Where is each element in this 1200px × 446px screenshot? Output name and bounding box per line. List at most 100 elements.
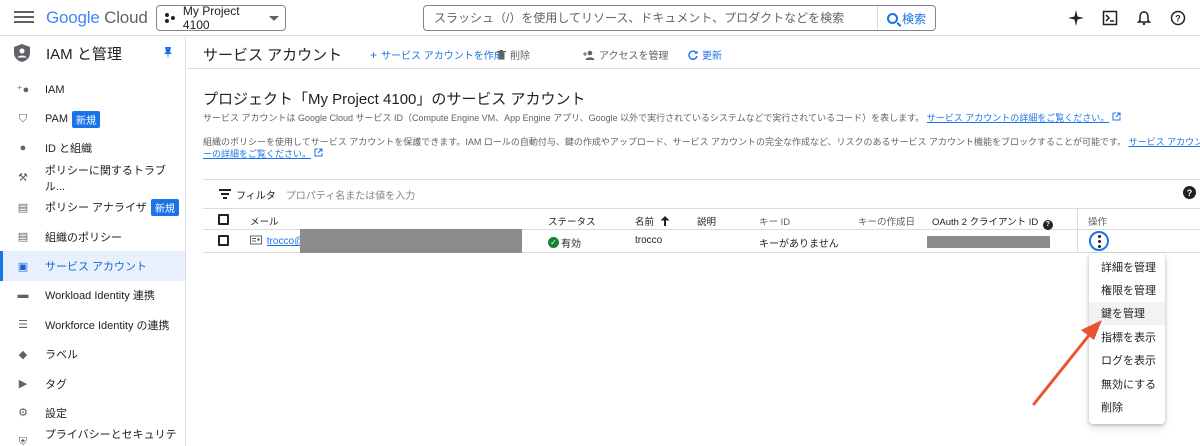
row-email[interactable]: trocco@ [250, 235, 304, 247]
sidebar-item-label: ポリシー アナライザ [45, 202, 147, 215]
manage-access-button[interactable]: アクセスを管理 [583, 47, 669, 62]
sidebar-item-6[interactable]: ▣ サービス アカウント [0, 251, 185, 282]
sparkle-icon[interactable] [1064, 6, 1088, 30]
filter-input[interactable]: プロパティ名または値を入力 [286, 187, 415, 202]
header-name[interactable]: 名前 [635, 214, 670, 228]
create-service-account-button[interactable]: + サービス アカウントを作成 [370, 47, 504, 63]
menu-item-1[interactable]: 権限を管理 [1089, 278, 1165, 301]
tag-icon: ▶ [18, 378, 28, 391]
more-actions-button[interactable] [1089, 231, 1109, 251]
menu-item-3[interactable]: 指標を表示 [1089, 325, 1165, 348]
sidebar-item-9[interactable]: ◆ ラベル [0, 340, 185, 369]
help-icon[interactable]: ? [1166, 6, 1190, 30]
sidebar-item-10[interactable]: ▶ タグ [0, 369, 185, 398]
sidebar-title: IAM と管理 [46, 45, 122, 63]
project-picker[interactable]: My Project 4100 [156, 4, 286, 32]
menu-item-2[interactable]: 鍵を管理 [1089, 301, 1165, 326]
org-policy-link-continued[interactable]: ーの詳細をご覧ください。 [203, 149, 311, 159]
sidebar-item-2[interactable]: ● ID と組織 [0, 134, 185, 163]
top-bar: Google Cloud My Project 4100 検索 ? [0, 0, 1200, 36]
sidebar-item-label: Workload Identity 連携 [45, 290, 155, 303]
refresh-button[interactable]: 更新 [688, 47, 722, 62]
kebab-dot [1097, 244, 1101, 248]
table-header: メール ステータス 名前 説明 キー ID キーの作成日 OAuth 2 クライ… [203, 209, 1200, 252]
header-email[interactable]: メール [250, 214, 279, 228]
svg-text:?: ? [1175, 14, 1181, 24]
menu-item-4[interactable]: ログを表示 [1089, 349, 1165, 372]
sidebar-item-label: PAM [45, 113, 69, 126]
service-account-details-link[interactable]: サービス アカウントの詳細をご覧ください。 [927, 113, 1110, 123]
sidebar-item-11[interactable]: ⚙ 設定 [0, 398, 185, 427]
header-description[interactable]: 説明 [697, 214, 716, 228]
sidebar: IAM と管理 ⁺● IAM ⛉ PAM 新規 ● ID と組織 ⚒ ポリシーに関するトラブル.… [0, 37, 186, 446]
description-1: サービス アカウントは Google Cloud サービス ID（Compute… [203, 112, 1121, 124]
new-badge: 新規 [72, 110, 101, 128]
header-oauth-client-id: OAuth 2 クライアント ID ? [932, 214, 1053, 230]
google-cloud-logo[interactable]: Google Cloud [46, 8, 148, 28]
description-2: 組織のポリシーを使用してサービス アカウントを保護できます。IAM ロールの自動… [203, 136, 1200, 148]
sidebar-item-label: ラベル [45, 349, 78, 362]
privacy-icon: ⛨ [18, 435, 28, 446]
sidebar-item-label: ポリシーに関するトラブル... [44, 164, 166, 193]
actions-menu: 詳細を管理 権限を管理 鍵を管理 指標を表示 ログを表示 無効にする 削除 [1089, 253, 1165, 424]
menu-item-5[interactable]: 無効にする [1089, 372, 1165, 395]
chevron-down-icon [269, 15, 279, 21]
new-badge: 新規 [150, 198, 179, 216]
person-add-icon: ⁺● [16, 84, 30, 97]
filter-label: フィルタ [236, 190, 276, 202]
search-input[interactable] [424, 7, 877, 29]
org-policy-link[interactable]: サービス アカウントの組 [1129, 137, 1200, 147]
service-account-icon [250, 235, 262, 245]
sidebar-item-4[interactable]: ▤ ポリシー アナライザ 新規 [0, 193, 185, 222]
row-status: ✓ 有効 [548, 235, 581, 250]
wrench-icon: ⚒ [18, 172, 28, 185]
row-key-id: キーがありません [759, 239, 839, 250]
redacted-oauth-client-id [927, 236, 1050, 248]
page-header: サービス アカウント + サービス アカウントを作成 削除 アクセスを管理 更新 [187, 37, 1200, 69]
help-icon[interactable]: ? [1042, 219, 1053, 230]
content-title: プロジェクト「My Project 4100」のサービス アカウント [203, 91, 586, 108]
sidebar-item-1[interactable]: ⛉ PAM 新規 [0, 104, 185, 133]
sidebar-item-8[interactable]: ☰ Workforce Identity の連携 [0, 310, 185, 339]
table-help-icon[interactable]: ? [1183, 186, 1196, 199]
sidebar-item-label: ID と組織 [45, 143, 93, 156]
header-actions: 操作 [1088, 217, 1108, 228]
hamburger-menu-icon[interactable] [14, 8, 34, 28]
header-status[interactable]: ステータス [548, 214, 596, 228]
sidebar-item-3[interactable]: ⚒ ポリシーに関するトラブル... [0, 163, 185, 193]
plus-icon: + [370, 47, 378, 62]
account-circle-icon: ● [19, 142, 27, 155]
sidebar-header: IAM と管理 [0, 37, 185, 69]
page-title: サービス アカウント [203, 47, 343, 64]
filter-bar[interactable]: フィルタ プロパティ名または値を入力 [203, 179, 1200, 209]
sidebar-item-label: プライバシーとセキュリティ [44, 429, 177, 446]
sidebar-item-label: 設定 [45, 407, 67, 420]
label-icon: ◆ [18, 348, 28, 361]
menu-item-6[interactable]: 削除 [1089, 395, 1165, 418]
gear-icon: ⚙ [18, 407, 28, 420]
redacted-email [300, 229, 522, 253]
sidebar-item-12[interactable]: ⛨ プライバシーとセキュリティ [0, 428, 185, 446]
search-bar: 検索 [423, 5, 936, 31]
filter-icon [219, 189, 231, 199]
sidebar-item-5[interactable]: ▤ 組織のポリシー [0, 222, 185, 251]
kebab-dot [1097, 239, 1101, 243]
row-checkbox[interactable] [218, 235, 229, 246]
delete-button[interactable]: 削除 [497, 47, 530, 62]
description-2-continued: ーの詳細をご覧ください。 [203, 148, 323, 160]
select-all-checkbox[interactable] [218, 214, 229, 225]
project-icon [164, 13, 175, 23]
search-icon [886, 12, 898, 24]
search-button[interactable]: 検索 [877, 6, 935, 30]
sidebar-item-label: Workforce Identity の連携 [45, 319, 170, 332]
header-key-id: キー ID [759, 217, 791, 228]
menu-item-0[interactable]: 詳細を管理 [1089, 255, 1165, 278]
refresh-icon [688, 50, 698, 60]
external-link-icon [314, 148, 323, 157]
sidebar-item-0[interactable]: ⁺● IAM [0, 75, 185, 104]
pin-icon[interactable] [163, 47, 173, 59]
bell-icon[interactable] [1132, 6, 1156, 30]
iam-shield-icon [14, 44, 30, 62]
sidebar-item-7[interactable]: ▬ Workload Identity 連携 [0, 281, 185, 310]
terminal-icon[interactable] [1098, 6, 1122, 30]
